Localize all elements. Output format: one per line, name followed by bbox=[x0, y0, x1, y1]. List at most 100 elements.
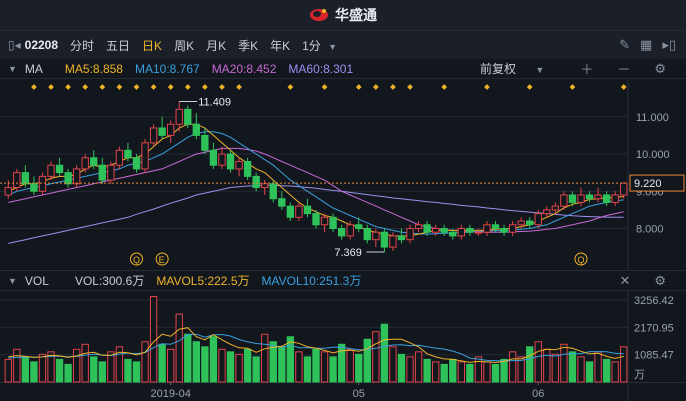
candle-body bbox=[124, 149, 132, 159]
candle-body bbox=[483, 224, 491, 233]
candle-body bbox=[4, 187, 12, 196]
collapse-triangle-icon[interactable]: ▼ bbox=[8, 276, 17, 286]
signal-dot bbox=[99, 84, 106, 90]
candle-body bbox=[560, 194, 568, 207]
tab-period-3[interactable]: 日K bbox=[136, 37, 168, 54]
candle-body bbox=[235, 160, 243, 170]
volume-bar bbox=[508, 351, 517, 383]
indicator-label[interactable]: MA bbox=[25, 62, 43, 76]
volume-bar bbox=[500, 358, 508, 383]
app-header: 华盛通 bbox=[0, 0, 686, 31]
volume-bar bbox=[158, 343, 166, 383]
interval-label: 1分 bbox=[302, 38, 321, 53]
candle-body bbox=[457, 227, 465, 237]
tab-period-4[interactable]: 周K bbox=[168, 37, 200, 54]
volume-bar bbox=[491, 363, 500, 383]
volume-bar bbox=[380, 323, 389, 383]
tab-period-1[interactable]: 分时 bbox=[64, 37, 100, 54]
interval-select[interactable]: 1分 ▼ bbox=[296, 37, 343, 54]
signal-dot bbox=[133, 84, 140, 90]
candle-body bbox=[346, 224, 354, 237]
candle-body bbox=[372, 231, 380, 241]
volume-bar bbox=[440, 363, 448, 383]
y-tick-label: 2170.95 bbox=[634, 322, 674, 334]
candle-body bbox=[278, 198, 286, 207]
candle-body bbox=[312, 213, 320, 226]
volume-bar bbox=[577, 356, 585, 383]
tab-period-7[interactable]: 年K bbox=[264, 37, 296, 54]
candle-body bbox=[243, 160, 252, 177]
candle-body bbox=[620, 182, 628, 196]
adjust-label: 前复权 bbox=[480, 62, 517, 76]
candle-body bbox=[81, 157, 89, 170]
candle-body bbox=[261, 183, 269, 189]
settings-icon[interactable]: ⚙ bbox=[654, 61, 666, 77]
volume-bar bbox=[235, 353, 243, 383]
ma5-value: MA5:8.858 bbox=[64, 61, 123, 76]
price-legend: ▼ MA MA5:8.858 MA10:8.767 MA20:8.452 MA6… bbox=[0, 59, 686, 79]
candle-body bbox=[491, 224, 500, 229]
sidebar-toggle-icon[interactable]: ▯◂ bbox=[0, 38, 23, 52]
signal-dot bbox=[150, 84, 157, 90]
candle-body bbox=[72, 168, 81, 185]
volume-chart[interactable]: 3256.422170.951085.47万2019-04050607 bbox=[0, 290, 686, 401]
candle-body bbox=[184, 108, 192, 125]
candle-body bbox=[406, 227, 414, 241]
volume-bar bbox=[414, 351, 423, 383]
volume-bar bbox=[526, 346, 534, 383]
signal-dot bbox=[484, 84, 490, 90]
candle-body bbox=[551, 205, 560, 211]
settings-icon[interactable]: ⚙ bbox=[654, 273, 666, 289]
candle-body bbox=[269, 183, 277, 200]
volume-legend: ▼ VOL VOL:300.6万 MAVOL5:222.5万 MAVOL10:2… bbox=[0, 270, 686, 291]
volume-bar bbox=[303, 356, 312, 383]
y-tick-label: 3256.42 bbox=[634, 295, 674, 307]
event-marker-label: Q bbox=[133, 255, 140, 265]
x-tick-label: 2019-04 bbox=[150, 388, 190, 400]
price-chart[interactable]: 11.00010.0009.0008.0009.22011.4097.369Q E… bbox=[0, 79, 686, 270]
volume-bar bbox=[38, 353, 47, 383]
volume-bar bbox=[363, 338, 371, 383]
signal-dot bbox=[355, 84, 362, 90]
collapse-triangle-icon[interactable]: ▼ bbox=[8, 64, 17, 74]
signal-dot bbox=[407, 84, 413, 90]
close-icon[interactable]: ✕ bbox=[619, 273, 630, 289]
candle-body bbox=[363, 227, 371, 241]
collapse-icon[interactable]: ▸▯ bbox=[662, 37, 676, 53]
tab-period-5[interactable]: 月K bbox=[200, 37, 232, 54]
volume-bar bbox=[397, 353, 406, 383]
vol-indicator-label[interactable]: VOL bbox=[25, 274, 49, 288]
y-tick-label: 11.000 bbox=[636, 112, 669, 124]
minus-icon[interactable]: － bbox=[617, 59, 630, 78]
pencil-icon[interactable]: ✎ bbox=[619, 37, 630, 53]
event-marker-label: E bbox=[159, 255, 165, 265]
volume-bar bbox=[320, 351, 329, 383]
volume-bar bbox=[329, 356, 337, 383]
volume-bar bbox=[389, 346, 397, 383]
candle-body bbox=[201, 134, 209, 151]
tab-period-2[interactable]: 五日 bbox=[100, 37, 136, 54]
volume-bar bbox=[620, 346, 628, 383]
candle-body bbox=[115, 149, 124, 166]
candle-body bbox=[55, 164, 64, 174]
volume-bar bbox=[611, 361, 619, 383]
volume-bar bbox=[226, 351, 235, 383]
candle-body bbox=[602, 194, 611, 203]
volume-bar bbox=[218, 348, 226, 383]
candle-body bbox=[167, 123, 175, 136]
volume-bar bbox=[98, 361, 106, 383]
tab-period-6[interactable]: 季K bbox=[232, 37, 264, 54]
add-icon[interactable]: ＋ bbox=[580, 59, 593, 78]
candle-body bbox=[526, 220, 534, 226]
candle-body bbox=[175, 108, 183, 125]
signal-dot bbox=[116, 84, 123, 90]
low-label: 7.369 bbox=[334, 247, 362, 259]
adjust-select[interactable]: 前复权 ▼ bbox=[480, 60, 556, 77]
volume-bar bbox=[55, 358, 64, 383]
brand-logo: 华盛通 bbox=[309, 5, 377, 25]
volume-bar bbox=[483, 361, 491, 383]
candle-body bbox=[568, 194, 577, 203]
signal-dot bbox=[620, 84, 627, 90]
candle-body bbox=[594, 194, 602, 200]
grid-icon[interactable]: ▦ bbox=[640, 37, 652, 53]
